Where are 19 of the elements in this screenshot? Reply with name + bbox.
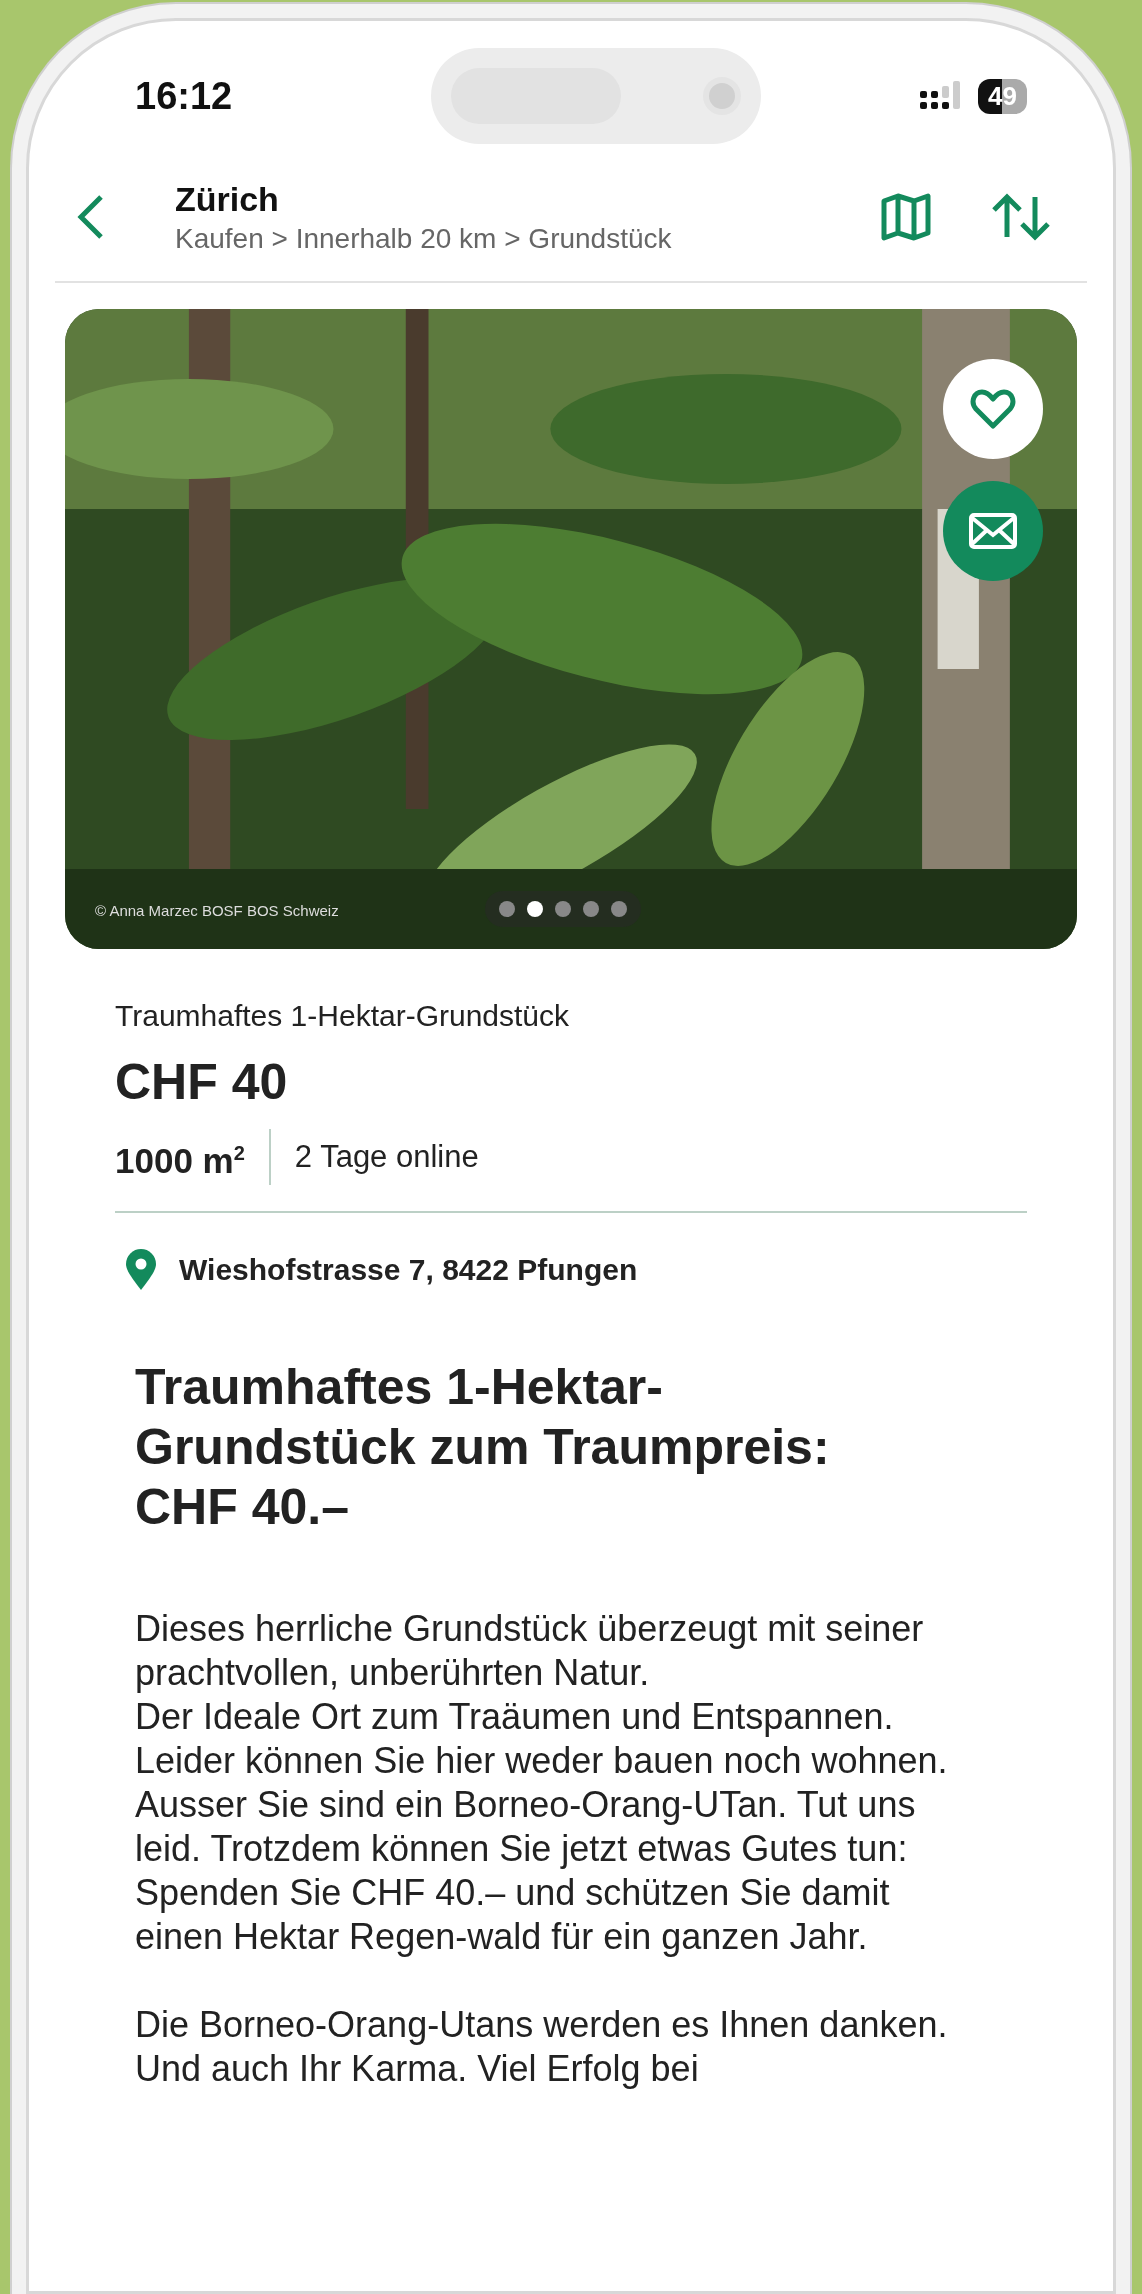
- description-paragraph: Die Borneo-Orang-Utans werden es Ihnen danken. Und auch Ihr Karma. Viel Erfolg bei: [135, 2002, 949, 2091]
- location-title: Zürich: [175, 179, 280, 219]
- location-pin-icon: [125, 1248, 157, 1291]
- description-paragraph: Dieses herrliche Grundstück überzeugt mit seiner prachtvollen, unberührten Natur. Der Ideale Ort zum Traäumen und Entspannen. Leider können Sie hier weder bauen noch wohnen. Ausser Sie sind ein Borneo-Orang-UTan. Tut uns leid. Trotzdem können Sie jetzt etwas Gutes tun: Spenden Sie CHF 40.– und schützen Sie damit einen Hektar Regen-wald für ein ganzen Jahr.: [135, 1606, 949, 1959]
- back-icon[interactable]: [75, 193, 105, 241]
- photo-credit: © Anna Marzec BOSF BOS Schweiz: [95, 902, 339, 919]
- listing-name: Traumhaftes 1-Hektar-Grundstück: [115, 999, 571, 1033]
- breadcrumb: Kaufen > Innerhalb 20 km > Grundstück: [175, 222, 673, 255]
- battery-level: 49: [978, 78, 1027, 114]
- online-duration: 2 Tage online: [293, 1138, 479, 1175]
- status-time: 16:12: [135, 74, 233, 118]
- area: 1000 m$^{2}$: [115, 1129, 271, 1185]
- sort-icon[interactable]: [991, 193, 1051, 241]
- heart-icon: [970, 388, 1016, 430]
- description-heading: Traumhaftes 1-Hektar- Grundstück zum Traumpreis: CHF 40.–: [135, 1357, 831, 1537]
- address: Wieshofstrasse 7, 8422 Pfungen: [179, 1252, 638, 1287]
- map-icon[interactable]: [881, 193, 931, 241]
- envelope-icon: [968, 512, 1018, 550]
- price: CHF 40: [115, 1053, 289, 1111]
